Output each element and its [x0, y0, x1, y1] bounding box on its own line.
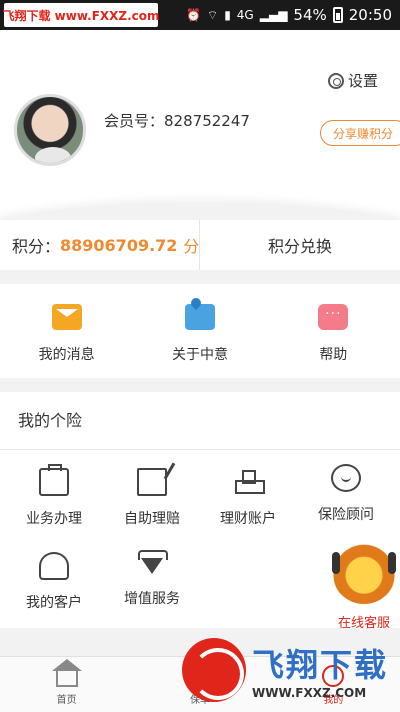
profile-header: 设置 会员号：828752247 分享赚积分 — [0, 30, 400, 220]
grid-item-customers[interactable]: 我的客户 — [4, 552, 104, 612]
grid-item-label: 增值服务 — [124, 591, 180, 607]
points-value: 88906709.72 — [60, 235, 178, 255]
quick-link-help[interactable]: 帮助 — [267, 284, 400, 378]
member-id: 828752247 — [164, 112, 250, 130]
grid-item-label: 自助理赔 — [124, 511, 180, 527]
quick-link-about[interactable]: 关于中意 — [133, 284, 266, 378]
share-earn-points-button[interactable]: 分享赚积分 — [319, 120, 400, 146]
battery-percent: 54% — [293, 6, 327, 24]
grid-item-label: 理财账户 — [220, 511, 276, 527]
online-service-button[interactable]: 在线客服 — [328, 540, 400, 631]
points-label: 积分： — [12, 237, 61, 256]
person-icon — [322, 665, 345, 687]
stacked-coins-icon — [233, 468, 265, 496]
member-prefix: 会员号： — [104, 112, 165, 130]
settings-button[interactable]: 设置 — [327, 70, 378, 91]
grid-item-finance-account[interactable]: 理财账户 — [198, 468, 298, 528]
watermark-banner: 飞翔下载 www.FXXZ.com — [2, 3, 160, 27]
grid-item-self-claim[interactable]: 自助理赔 — [102, 468, 202, 528]
tab-home[interactable]: 首页 — [0, 657, 133, 712]
quick-link-messages[interactable]: 我的消息 — [0, 284, 133, 378]
signal-icon: ▂▄▆ — [259, 8, 288, 22]
quick-links: 我的消息 关于中意 帮助 — [0, 284, 400, 378]
tab-policy[interactable]: 保单 — [133, 657, 266, 712]
gear-icon — [327, 72, 344, 89]
section-title: 我的个险 — [0, 392, 400, 450]
diamond-icon — [137, 548, 168, 576]
grid-item-label: 我的客户 — [26, 595, 82, 611]
alarm-icon: ⏰ — [185, 8, 201, 22]
online-service-label: 在线客服 — [337, 616, 390, 631]
briefcase-icon — [39, 464, 69, 496]
battery-icon — [332, 7, 343, 23]
envelope-icon — [51, 304, 82, 330]
points-bar: 积分： 88906709.72 分 积分兑换 — [0, 220, 400, 270]
quick-link-label: 我的消息 — [38, 347, 95, 363]
avatar[interactable] — [14, 94, 86, 166]
header-curve-decoration — [0, 202, 400, 220]
tab-label: 我的 — [323, 695, 344, 706]
pen-paper-icon — [137, 468, 167, 496]
grid-item-label: 保险顾问 — [318, 507, 374, 523]
home-icon — [51, 659, 82, 687]
chat-bubble-icon — [318, 304, 349, 330]
customers-icon — [39, 552, 69, 580]
status-icons: ⏰ ⌔ ▮ 4G ▂▄▆ 54% 20:50 — [158, 6, 400, 24]
policy-icon — [188, 665, 211, 687]
network-label: 4G — [236, 8, 254, 22]
tab-me[interactable]: 我的 — [267, 657, 400, 712]
points-balance: 积分： 88906709.72 分 — [0, 220, 200, 270]
lion-mascot-icon — [332, 540, 396, 604]
map-pin-icon — [184, 304, 215, 330]
advisor-headset-icon — [331, 464, 361, 492]
tab-label: 首页 — [56, 695, 77, 706]
grid-item-business[interactable]: 业务办理 — [4, 464, 104, 528]
points-unit: 分 — [183, 237, 200, 256]
bottom-tab-bar: 首页 保单 我的 — [0, 656, 400, 712]
clock: 20:50 — [348, 6, 392, 24]
quick-link-label: 帮助 — [319, 347, 348, 363]
sim-icon: ▮ — [224, 8, 231, 22]
settings-label: 设置 — [347, 72, 378, 90]
quick-link-label: 关于中意 — [171, 347, 228, 363]
tab-label: 保单 — [189, 695, 210, 706]
grid-item-value-added[interactable]: 增值服务 — [102, 548, 202, 608]
wifi-icon: ⌔ — [206, 7, 219, 22]
grid-item-label: 业务办理 — [26, 511, 82, 527]
points-exchange-button[interactable]: 积分兑换 — [200, 233, 400, 257]
status-bar: 飞翔下载 www.FXXZ.com ⏰ ⌔ ▮ 4G ▂▄▆ 54% 20:50 — [0, 0, 400, 30]
member-number: 会员号：828752247 — [104, 110, 250, 131]
grid-item-advisor[interactable]: 保险顾问 — [296, 464, 396, 524]
